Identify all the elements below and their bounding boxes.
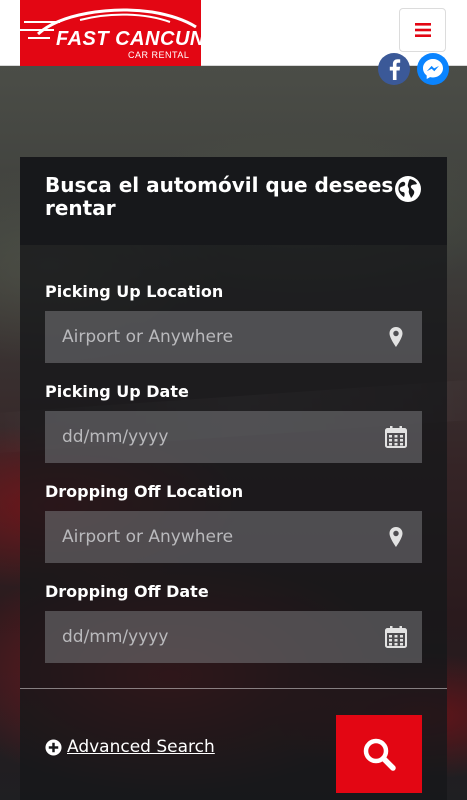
search-panel-title: Busca el automóvil que desees rentar bbox=[45, 173, 394, 220]
dropoff-location-label: Dropping Off Location bbox=[45, 482, 244, 501]
logo-sub-text: CAR RENTAL bbox=[128, 50, 190, 60]
pickup-date-field[interactable] bbox=[45, 411, 422, 463]
facebook-icon bbox=[389, 59, 401, 80]
pickup-location-label: Picking Up Location bbox=[45, 282, 224, 301]
menu-toggle-button[interactable] bbox=[399, 8, 446, 52]
advanced-search[interactable]: Advanced Search bbox=[45, 737, 215, 757]
pickup-date-input[interactable] bbox=[45, 411, 422, 463]
pickup-date-label: Picking Up Date bbox=[45, 382, 189, 401]
dropoff-date-input[interactable] bbox=[45, 611, 422, 663]
logo[interactable]: FAST CANCUN CAR RENTAL bbox=[20, 0, 201, 66]
map-pin-icon bbox=[389, 527, 403, 547]
map-pin-icon bbox=[389, 327, 403, 347]
messenger-button[interactable] bbox=[417, 53, 449, 85]
search-submit-button[interactable] bbox=[336, 715, 422, 793]
plus-circle-icon bbox=[45, 738, 62, 756]
logo-main-text: FAST CANCUN bbox=[56, 28, 201, 50]
messenger-icon bbox=[423, 59, 443, 79]
calendar-icon bbox=[385, 426, 407, 448]
search-panel-header: Busca el automóvil que desees rentar bbox=[20, 157, 447, 245]
search-icon bbox=[363, 738, 396, 771]
facebook-button[interactable] bbox=[378, 53, 410, 85]
pickup-location-input[interactable] bbox=[45, 311, 422, 363]
hamburger-menu-icon bbox=[414, 23, 431, 37]
search-panel: Busca el automóvil que desees rentar Pic… bbox=[20, 157, 447, 800]
advanced-search-link[interactable]: Advanced Search bbox=[67, 737, 215, 757]
panel-divider bbox=[20, 688, 447, 689]
globe-icon bbox=[395, 176, 421, 202]
dropoff-date-label: Dropping Off Date bbox=[45, 582, 209, 601]
pickup-location-field[interactable] bbox=[45, 311, 422, 363]
dropoff-location-input[interactable] bbox=[45, 511, 422, 563]
dropoff-date-field[interactable] bbox=[45, 611, 422, 663]
calendar-icon bbox=[385, 626, 407, 648]
dropoff-location-field[interactable] bbox=[45, 511, 422, 563]
